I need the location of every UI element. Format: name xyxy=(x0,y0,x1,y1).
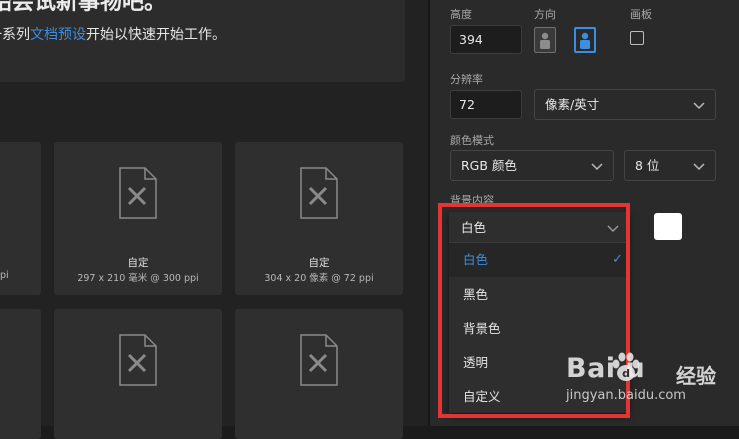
banner-title: 始尝试新事物吧。 xyxy=(0,0,167,15)
artboard-checkbox[interactable] xyxy=(630,31,644,45)
preset-card[interactable] xyxy=(235,309,403,439)
portrait-orientation-button[interactable] xyxy=(534,27,556,53)
chevron-down-icon xyxy=(693,102,705,110)
banner-desc-prefix: 一系列 xyxy=(0,27,30,43)
document-icon xyxy=(119,334,157,386)
person-icon xyxy=(580,32,590,49)
watermark-jingyan-text: 经验 xyxy=(676,364,716,388)
preset-card[interactable] xyxy=(54,309,222,439)
preset-card[interactable]: ppi xyxy=(0,142,41,295)
chevron-down-icon xyxy=(591,163,603,171)
banner-description: 一系列文档预设开始以快速开始工作。 xyxy=(0,24,226,44)
preset-card-details: ppi xyxy=(0,270,9,281)
preset-card[interactable] xyxy=(0,309,41,439)
document-icon xyxy=(300,167,338,219)
preset-card[interactable]: 自定 304 x 20 像素 @ 72 ppi xyxy=(235,142,403,295)
document-icon xyxy=(300,334,338,386)
bit-depth-select[interactable]: 8 位 xyxy=(624,150,716,181)
background-color-swatch[interactable] xyxy=(654,213,682,240)
resolution-unit-value: 像素/英寸 xyxy=(545,97,600,112)
document-presets-link[interactable]: 文档预设 xyxy=(30,27,86,43)
color-mode-label: 颜色模式 xyxy=(450,134,494,147)
preset-card[interactable]: 自定 297 x 210 毫米 @ 300 ppi xyxy=(54,142,222,295)
preset-card-title: 自定 xyxy=(308,257,330,269)
chevron-down-icon xyxy=(693,163,705,171)
artboard-label: 画板 xyxy=(630,8,652,21)
banner-desc-suffix: 开始以快速开始工作。 xyxy=(86,27,226,43)
resolution-label: 分辨率 xyxy=(450,73,483,86)
color-mode-value: RGB 颜色 xyxy=(461,158,517,173)
resolution-input[interactable]: 72 xyxy=(450,90,522,119)
bit-depth-value: 8 位 xyxy=(635,158,660,173)
document-icon xyxy=(119,167,157,219)
person-icon xyxy=(540,32,550,49)
paw-icon: d xyxy=(612,352,640,381)
color-mode-select[interactable]: RGB 颜色 xyxy=(450,150,614,181)
watermark-url: jingyan.baidu.com xyxy=(566,388,686,403)
baidu-jingyan-watermark: Bai u d 经验 jingyan.baidu.com xyxy=(566,352,739,413)
presets-area: 始尝试新事物吧。 一系列文档预设开始以快速开始工作。 ppi 自定 297 x … xyxy=(0,0,428,439)
preset-card-details: 304 x 20 像素 @ 72 ppi xyxy=(264,273,374,284)
landscape-orientation-button[interactable] xyxy=(574,27,596,53)
height-label: 高度 xyxy=(450,8,472,21)
welcome-banner: 始尝试新事物吧。 一系列文档预设开始以快速开始工作。 xyxy=(0,0,405,82)
preset-card-details: 297 x 210 毫米 @ 300 ppi xyxy=(77,273,199,284)
resolution-unit-select[interactable]: 像素/英寸 xyxy=(534,89,716,120)
orientation-label: 方向 xyxy=(534,8,556,21)
svg-text:d: d xyxy=(622,367,630,380)
preset-card-title: 自定 xyxy=(127,257,149,269)
height-input[interactable]: 394 xyxy=(450,25,522,54)
